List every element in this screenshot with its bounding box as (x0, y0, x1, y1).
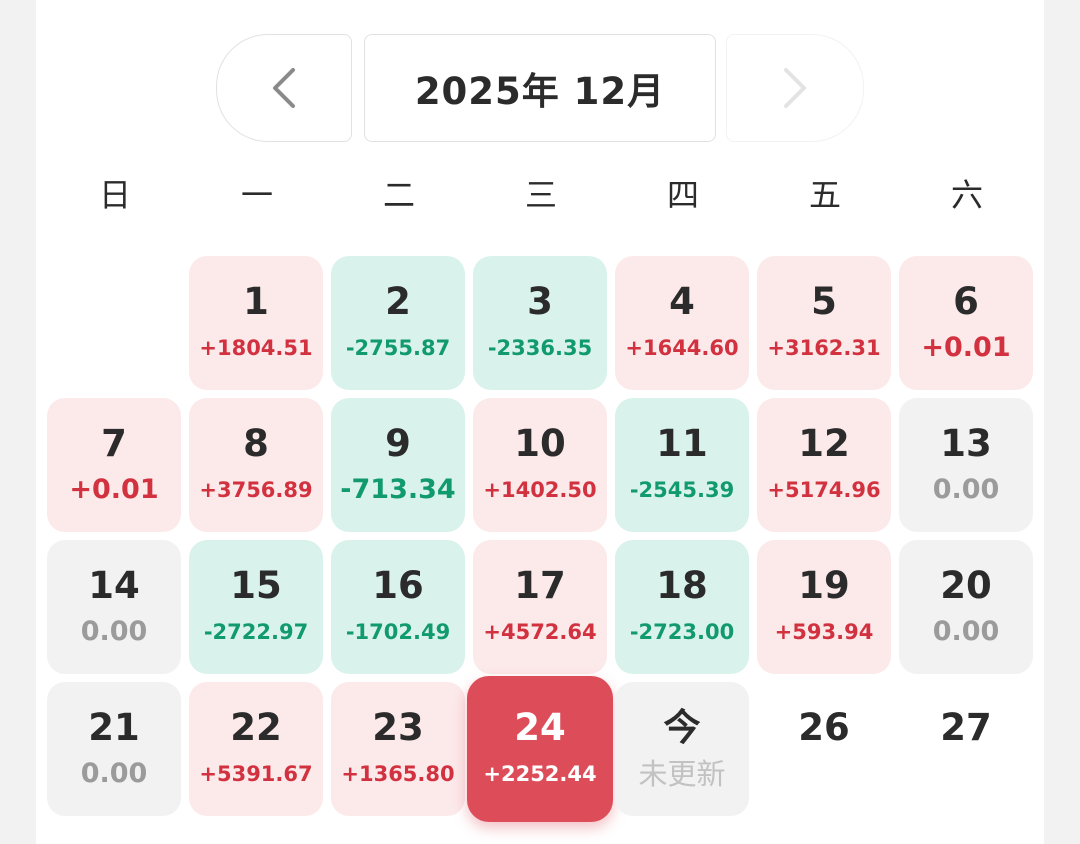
day-pnl-value: 0.00 (932, 474, 1000, 505)
day-number: 7 (101, 422, 127, 465)
day-cell[interactable]: 1 +1804.51 (189, 256, 323, 390)
day-number: 15 (230, 564, 282, 607)
day-number: 22 (230, 706, 282, 749)
day-number: 9 (385, 422, 411, 465)
day-number: 24 (514, 706, 566, 749)
weekday-mon: 一 (240, 176, 273, 214)
day-pnl-value: -2545.39 (629, 478, 735, 502)
day-cell[interactable]: 15 -2722.97 (189, 540, 323, 674)
weekday-sat: 六 (950, 176, 983, 214)
day-number: 27 (940, 706, 992, 749)
day-cell[interactable]: 22 +5391.67 (189, 682, 323, 816)
day-pnl-value: +2252.44 (483, 762, 597, 786)
not-updated-label: 未更新 (638, 757, 726, 791)
chevron-left-icon (273, 68, 295, 108)
day-number: 今 (663, 706, 701, 749)
day-number: 14 (88, 564, 140, 607)
day-cell[interactable]: 7 +0.01 (47, 398, 181, 532)
weekday-fri: 五 (808, 176, 841, 214)
day-number: 21 (88, 706, 140, 749)
day-cell-today[interactable]: 今未更新 (615, 682, 749, 816)
day-cell[interactable]: 19 +593.94 (757, 540, 891, 674)
next-month-button[interactable] (726, 34, 864, 142)
day-cell[interactable]: 23 +1365.80 (331, 682, 465, 816)
day-number: 23 (372, 706, 424, 749)
day-pnl-value: +3162.31 (767, 336, 881, 360)
day-cell[interactable]: 26 (757, 682, 891, 816)
day-cell[interactable]: 18 -2723.00 (615, 540, 749, 674)
day-number: 19 (798, 564, 850, 607)
day-pnl-value: -2755.87 (345, 336, 451, 360)
day-cell[interactable]: 3 -2336.35 (473, 256, 607, 390)
weekday-thu: 四 (666, 176, 699, 214)
day-cell[interactable]: 6 +0.01 (899, 256, 1033, 390)
day-number: 4 (669, 280, 695, 323)
day-cell[interactable]: 16 -1702.49 (331, 540, 465, 674)
day-number: 6 (953, 280, 979, 323)
day-cell[interactable]: 24 +2252.44 (467, 676, 613, 822)
day-number: 2 (385, 280, 411, 323)
day-pnl-value: +1804.51 (199, 336, 313, 360)
day-cell[interactable]: 5 +3162.31 (757, 256, 891, 390)
day-cell[interactable]: 17 +4572.64 (473, 540, 607, 674)
day-pnl-value: 0.00 (80, 758, 148, 789)
day-number: 18 (656, 564, 708, 607)
day-pnl-value: -2336.35 (487, 336, 593, 360)
month-selector[interactable]: 2025年 12月 (364, 34, 716, 142)
day-number: 16 (372, 564, 424, 607)
day-cell[interactable]: 21 0.00 (47, 682, 181, 816)
day-cell[interactable]: 4 +1644.60 (615, 256, 749, 390)
day-pnl-value: -713.34 (340, 474, 456, 505)
day-pnl-value: +5174.96 (767, 478, 881, 502)
day-number: 26 (798, 706, 850, 749)
day-number: 12 (798, 422, 850, 465)
day-pnl-value: +3756.89 (199, 478, 313, 502)
day-pnl-value: +5391.67 (199, 762, 313, 786)
day-pnl-value: +1644.60 (625, 336, 739, 360)
day-number: 17 (514, 564, 566, 607)
day-cell[interactable]: 8 +3756.89 (189, 398, 323, 532)
day-cell[interactable]: 27 (899, 682, 1033, 816)
chevron-right-icon (784, 68, 806, 108)
day-pnl-value: +1365.80 (341, 762, 455, 786)
weekday-sun: 日 (98, 176, 131, 214)
weekday-wed: 三 (524, 176, 557, 214)
month-label: 2025年 12月 (414, 70, 666, 113)
day-pnl-value: +0.01 (921, 332, 1011, 363)
day-number: 20 (940, 564, 992, 607)
day-number: 5 (811, 280, 837, 323)
day-cell[interactable]: 12 +5174.96 (757, 398, 891, 532)
day-number: 1 (243, 280, 269, 323)
day-pnl-value: +0.01 (69, 474, 159, 505)
prev-month-button[interactable] (216, 34, 352, 142)
day-pnl-value: -2722.97 (203, 620, 309, 644)
day-cell[interactable]: 10 +1402.50 (473, 398, 607, 532)
day-pnl-value: +4572.64 (483, 620, 597, 644)
day-number: 3 (527, 280, 553, 323)
day-cell[interactable]: 2 -2755.87 (331, 256, 465, 390)
day-pnl-value: +593.94 (774, 620, 874, 644)
day-pnl-value: +1402.50 (483, 478, 597, 502)
day-cell[interactable]: 9 -713.34 (331, 398, 465, 532)
day-pnl-value: 0.00 (80, 616, 148, 647)
day-cell[interactable]: 11 -2545.39 (615, 398, 749, 532)
day-pnl-value: -2723.00 (629, 620, 735, 644)
day-cell[interactable]: 14 0.00 (47, 540, 181, 674)
day-cell[interactable]: 20 0.00 (899, 540, 1033, 674)
day-number: 13 (940, 422, 992, 465)
weekday-tue: 二 (382, 176, 415, 214)
day-cell[interactable]: 13 0.00 (899, 398, 1033, 532)
day-number: 8 (243, 422, 269, 465)
day-pnl-value: 0.00 (932, 616, 1000, 647)
day-pnl-value: -1702.49 (345, 620, 451, 644)
day-number: 10 (514, 422, 566, 465)
day-number: 11 (656, 422, 708, 465)
